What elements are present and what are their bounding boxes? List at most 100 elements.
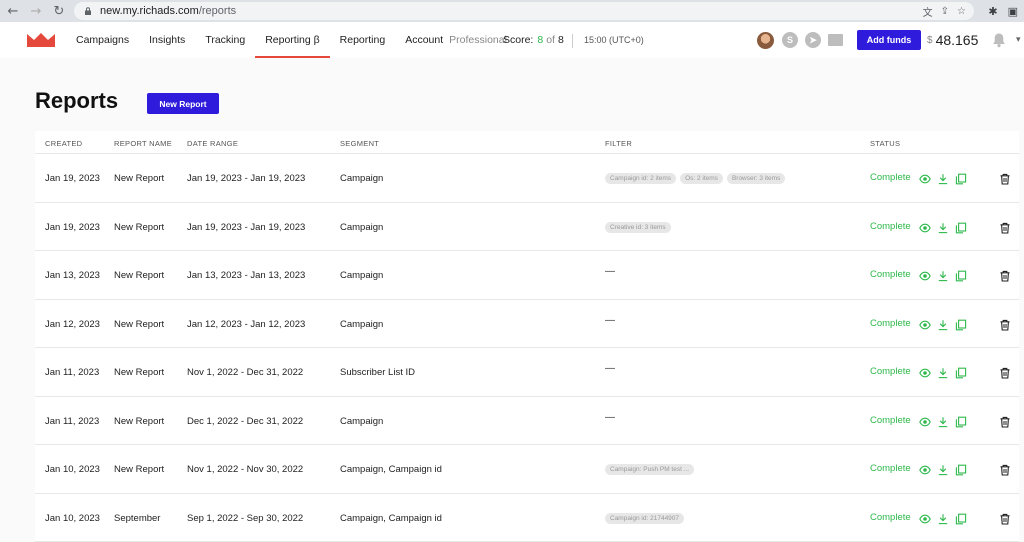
segment-cell: Campaign — [340, 173, 384, 184]
filter-chip: Campaign id: 2 items — [605, 173, 677, 184]
created-cell: Jan 11, 2023 — [45, 367, 100, 378]
delete-icon[interactable] — [999, 513, 1011, 525]
view-icon[interactable] — [919, 367, 931, 379]
download-icon[interactable] — [937, 464, 949, 476]
reload-icon[interactable]: ↻ — [48, 0, 70, 22]
view-icon[interactable] — [919, 464, 931, 476]
side-panel-icon[interactable]: ▣ — [1008, 5, 1018, 18]
delete-icon[interactable] — [999, 319, 1011, 331]
copy-icon[interactable] — [955, 464, 967, 476]
currency-symbol: $ — [927, 34, 933, 46]
richads-logo[interactable] — [27, 32, 55, 48]
table-row: Jan 19, 2023 New Report Jan 19, 2023 - Jan… — [35, 154, 1019, 203]
segment-cell: Subscriber List ID — [340, 367, 415, 378]
column-created: CREATED — [45, 139, 83, 148]
status-badge: Complete — [870, 414, 911, 426]
report-name-cell: New Report — [114, 221, 165, 233]
report-name-cell: New Report — [114, 415, 165, 427]
copy-icon[interactable] — [955, 319, 967, 331]
copy-icon[interactable] — [955, 367, 967, 379]
add-funds-button[interactable]: Add funds — [857, 30, 921, 50]
nav-campaigns[interactable]: Campaigns — [66, 22, 139, 58]
copy-icon[interactable] — [955, 222, 967, 234]
view-icon[interactable] — [919, 319, 931, 331]
status-badge: Complete — [870, 172, 911, 183]
chevron-down-icon[interactable]: ▾ — [1016, 34, 1021, 45]
download-icon[interactable] — [937, 270, 949, 282]
nav-account[interactable]: Account Professional — [395, 22, 517, 58]
download-icon[interactable] — [937, 222, 949, 234]
download-icon[interactable] — [937, 513, 949, 525]
status-badge: Complete — [870, 269, 911, 280]
delete-icon[interactable] — [999, 416, 1011, 428]
filter-chip: Creative id: 3 items — [605, 221, 671, 233]
telegram-icon[interactable]: ➤ — [805, 32, 821, 48]
filter-chips: Campaign: Push PM test ... — [605, 464, 695, 475]
date-range-cell: Jan 12, 2023 - Jan 12, 2023 — [187, 318, 306, 330]
view-icon[interactable] — [919, 270, 931, 282]
delete-icon[interactable] — [999, 464, 1011, 476]
bookmark-star-icon[interactable]: ☆ — [957, 6, 966, 17]
mail-icon[interactable] — [828, 34, 843, 46]
date-range-cell: Dec 1, 2022 - Dec 31, 2022 — [187, 415, 304, 427]
date-range-cell: Jan 19, 2023 - Jan 19, 2023 — [187, 173, 306, 184]
view-icon[interactable] — [919, 416, 931, 428]
segment-cell: Campaign — [340, 415, 384, 427]
balance-value: 48.165 — [935, 32, 979, 48]
bell-icon[interactable] — [991, 32, 1007, 48]
table-row: Jan 19, 2023 New Report Jan 19, 2023 - Jan… — [35, 203, 1019, 251]
filter-chip: Os: 2 items — [680, 173, 723, 184]
delete-icon[interactable] — [999, 367, 1011, 379]
filter-empty: — — [605, 411, 615, 423]
translate-icon[interactable]: 文 — [923, 4, 933, 19]
share-icon[interactable]: ⇪ — [941, 6, 949, 17]
copy-icon[interactable] — [955, 513, 967, 525]
new-report-button[interactable]: New Report — [147, 93, 219, 114]
created-cell: Jan 10, 2023 — [45, 464, 100, 475]
segment-cell: Campaign — [340, 221, 384, 233]
download-icon[interactable] — [937, 416, 949, 428]
nav-insights[interactable]: Insights — [139, 22, 195, 58]
nav-reporting-beta[interactable]: Reporting β — [255, 22, 331, 58]
score: Score: 8 of 8 — [503, 22, 564, 58]
download-icon[interactable] — [937, 319, 949, 331]
filter-chips: Creative id: 3 items — [605, 221, 671, 233]
back-icon[interactable]: ← — [2, 0, 24, 22]
table-body: Jan 19, 2023 New Report Jan 19, 2023 - Jan… — [35, 154, 1019, 542]
filter-chip: Campaign id: 21744907 — [605, 512, 685, 524]
download-icon[interactable] — [937, 173, 949, 185]
skype-icon[interactable]: S — [782, 32, 798, 48]
column-report-name: REPORT NAME — [114, 139, 173, 148]
balance: $ 48.165 — [927, 30, 978, 50]
report-name-cell: New Report — [114, 464, 165, 475]
view-icon[interactable] — [919, 513, 931, 525]
nav-tracking[interactable]: Tracking — [195, 22, 255, 58]
copy-icon[interactable] — [955, 173, 967, 185]
filter-empty: — — [605, 363, 615, 374]
segment-cell: Campaign — [340, 318, 384, 330]
delete-icon[interactable] — [999, 222, 1011, 234]
avatar[interactable] — [757, 32, 774, 49]
column-filter: FILTER — [605, 139, 633, 148]
filter-chips: Campaign id: 2 items Os: 2 items Browser: … — [605, 173, 786, 184]
extensions-icon[interactable]: ✱ — [988, 5, 997, 18]
nav-label: Account — [405, 34, 444, 46]
forward-icon[interactable]: → — [25, 0, 47, 22]
report-name-cell: New Report — [114, 367, 165, 378]
column-segment: SEGMENT — [340, 139, 380, 148]
download-icon[interactable] — [937, 367, 949, 379]
delete-icon[interactable] — [999, 270, 1011, 282]
delete-icon[interactable] — [999, 173, 1011, 185]
copy-icon[interactable] — [955, 270, 967, 282]
report-name-cell: New Report — [114, 270, 165, 281]
nav-label: Reporting — [339, 34, 386, 46]
table-row: Jan 10, 2023 New Report Nov 1, 2022 - Nov … — [35, 445, 1019, 494]
copy-icon[interactable] — [955, 416, 967, 428]
created-cell: Jan 10, 2023 — [45, 512, 100, 524]
address-bar[interactable]: new.my.richads.com/reports 文 ⇪ ☆ — [74, 2, 974, 20]
nav-label: Reporting β — [265, 34, 320, 46]
view-icon[interactable] — [919, 173, 931, 185]
view-icon[interactable] — [919, 222, 931, 234]
account-tier: Professional — [449, 34, 507, 46]
nav-reporting[interactable]: Reporting — [330, 22, 396, 58]
